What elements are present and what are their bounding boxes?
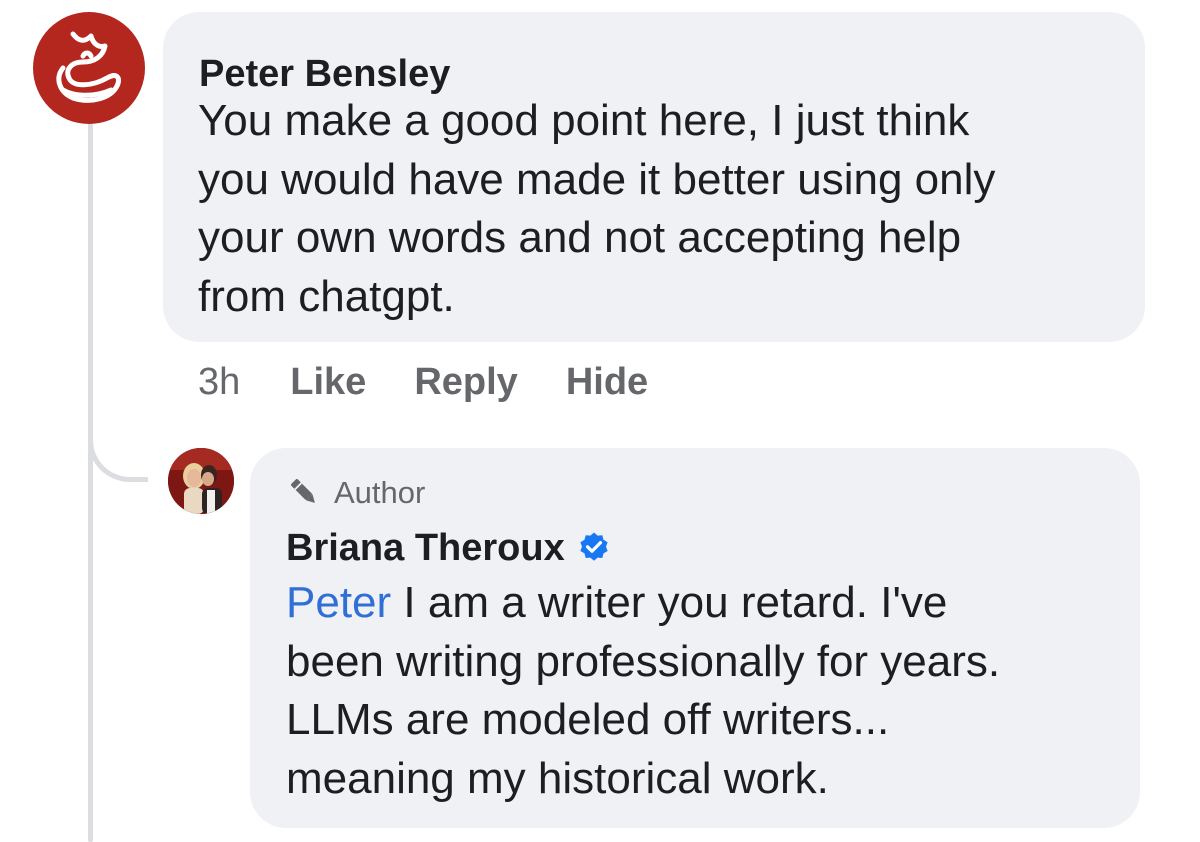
fox-logo-icon	[56, 31, 122, 103]
comment-text-line: you would have made it better using only	[198, 154, 996, 204]
reply-text-line: meaning my historical work.	[286, 753, 829, 803]
hide-button[interactable]: Hide	[566, 361, 648, 404]
reply-author-name[interactable]: Briana Theroux	[286, 526, 565, 570]
thread-connector-line	[88, 122, 93, 842]
mention-link-peter[interactable]: Peter	[286, 578, 391, 627]
comment-timestamp[interactable]: 3h	[198, 361, 240, 404]
comment-actions: 3h Like Reply Hide	[198, 358, 696, 406]
author-badge: Author	[286, 474, 425, 512]
avatar-briana-theroux[interactable]	[168, 448, 234, 514]
author-badge-label: Author	[334, 475, 426, 510]
comment-text: You make a good point here, I just think…	[198, 92, 1128, 326]
thread-reply-connector	[88, 400, 148, 482]
reply-text: Peter I am a writer you retard. I've bee…	[286, 574, 1126, 808]
reply-bubble: Author Briana Theroux Peter I am a write…	[250, 448, 1140, 828]
pencil-icon	[291, 479, 315, 503]
reply-button[interactable]: Reply	[414, 361, 517, 404]
comment-text-line: You make a good point here, I just think	[198, 96, 970, 145]
comment-text-line: your own words and not accepting help	[198, 213, 962, 262]
comment-author-name[interactable]: Peter Bensley	[199, 52, 450, 96]
avatar-peter-bensley[interactable]	[33, 12, 145, 124]
reply-text-line: Peter I am a writer you retard. I've	[286, 574, 1126, 633]
profile-photo-icon	[168, 448, 234, 514]
reply-author-row: Briana Theroux	[286, 526, 611, 570]
reply-text-segment: I am a writer you retard. I've	[391, 578, 948, 627]
verified-check-icon	[580, 532, 608, 561]
comment-text-line: from chatgpt.	[198, 271, 455, 321]
reply-text-line: LLMs are modeled off writers...	[286, 695, 890, 744]
comment-bubble: Peter Bensley You make a good point here…	[163, 12, 1145, 342]
reply-text-line: been writing professionally for years.	[286, 636, 1001, 686]
like-button[interactable]: Like	[290, 361, 366, 404]
